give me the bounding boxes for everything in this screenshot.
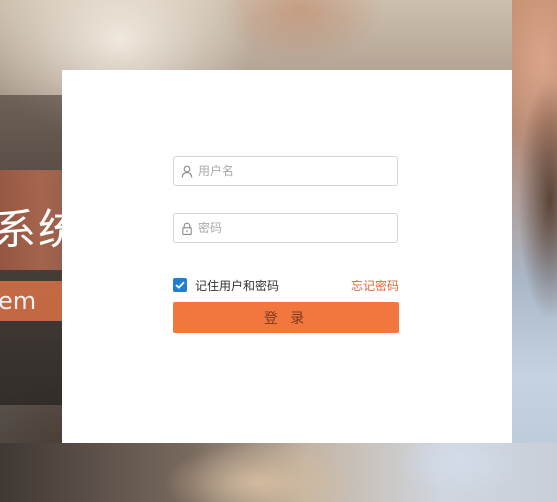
login-card: 记住用户和密码 忘记密码 登 录 <box>62 70 512 443</box>
remember-label: 记住用户和密码 <box>195 278 280 293</box>
remember-checkbox[interactable] <box>173 278 187 292</box>
lock-icon <box>182 222 192 235</box>
check-icon <box>175 281 185 289</box>
background-hair <box>505 80 557 320</box>
system-subtitle-bar: em <box>0 281 62 321</box>
system-subtitle-fragment: em <box>0 287 37 315</box>
login-page: 系统 em 记住用户和密码 <box>0 0 557 502</box>
username-input[interactable] <box>198 157 393 185</box>
password-field[interactable] <box>173 213 398 243</box>
user-icon <box>181 165 193 178</box>
forgot-password-link[interactable]: 忘记密码 <box>351 277 399 294</box>
remember-me-toggle[interactable]: 记住用户和密码 <box>173 277 279 293</box>
username-field[interactable] <box>173 156 398 186</box>
system-title-fragment: 系统 <box>0 205 64 254</box>
password-input[interactable] <box>198 214 393 242</box>
login-button[interactable]: 登 录 <box>173 302 399 333</box>
background-bottom <box>0 443 557 502</box>
